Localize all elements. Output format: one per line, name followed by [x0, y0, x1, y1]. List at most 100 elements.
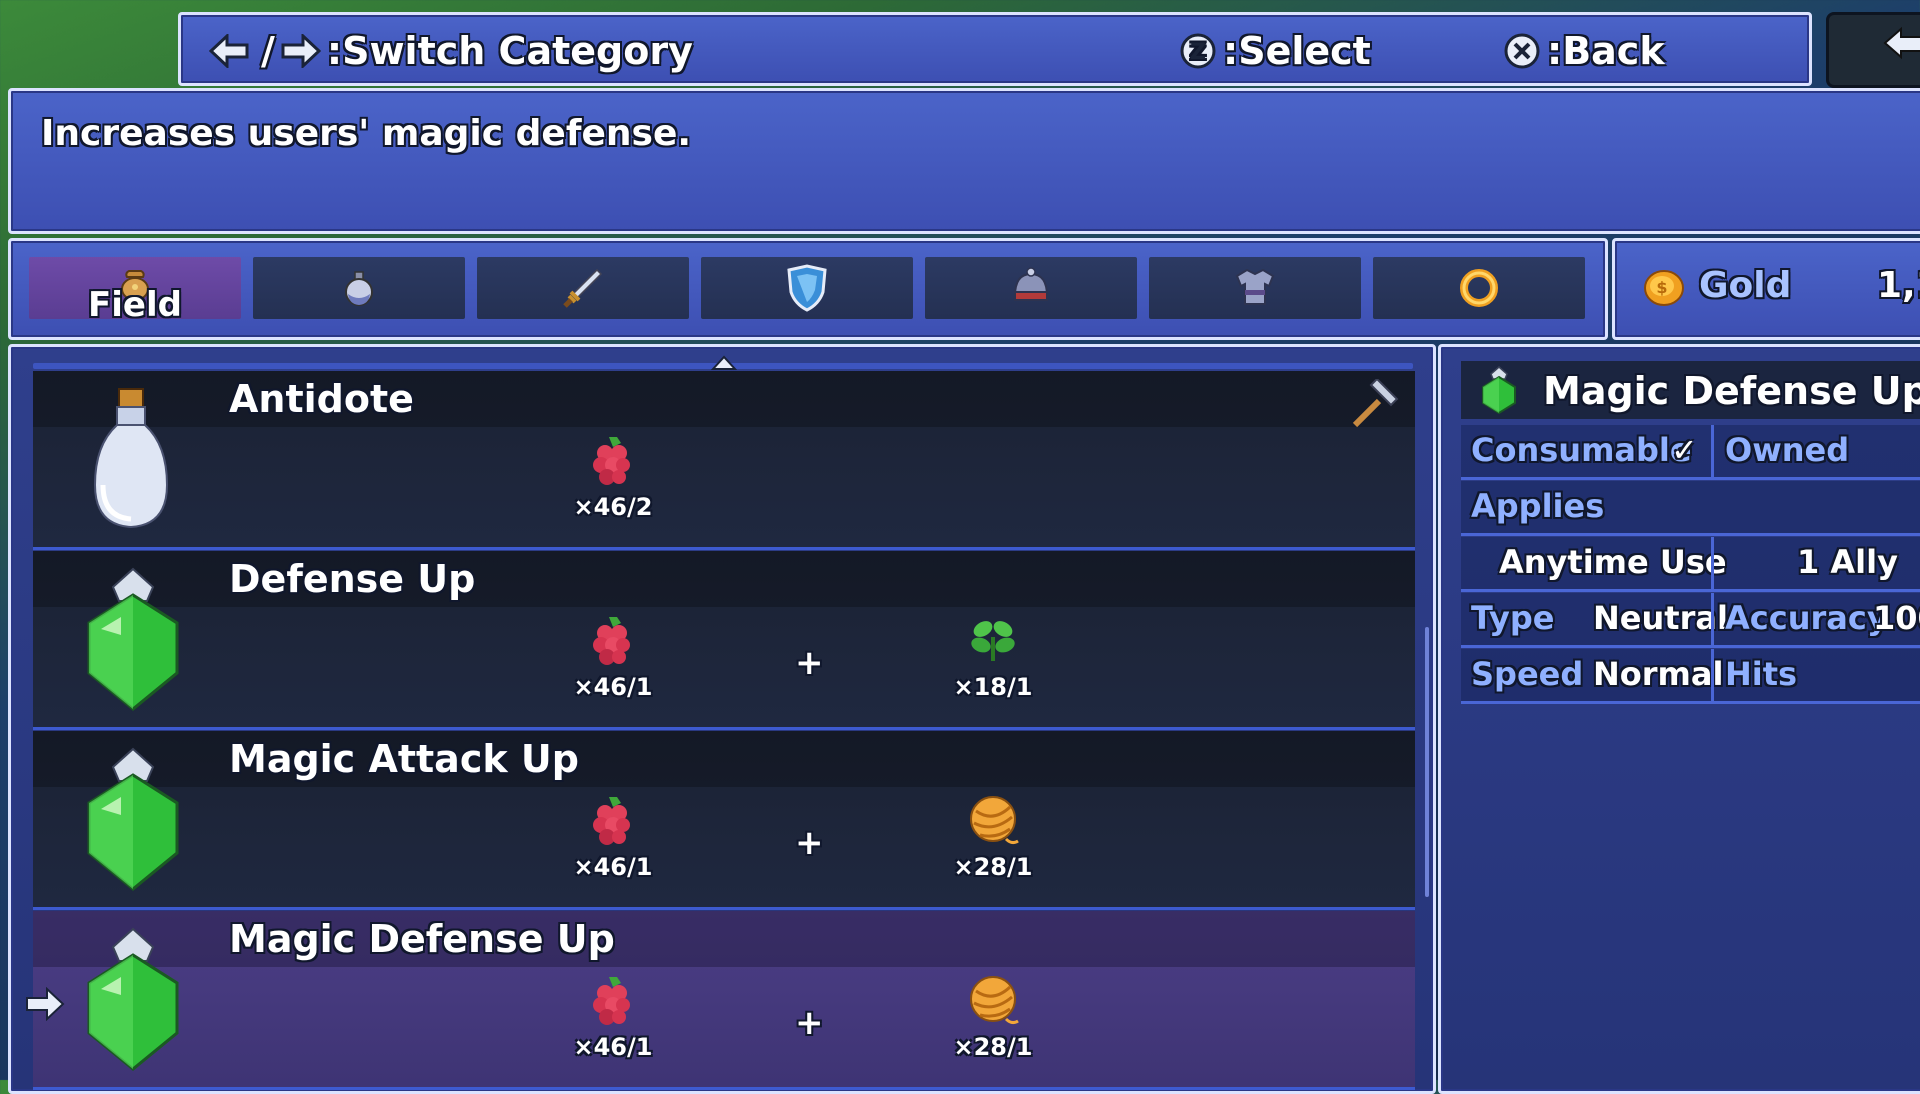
detail-title-band: Magic Defense Up — [1461, 361, 1920, 419]
arrow-right-icon — [281, 34, 321, 68]
ring-icon — [1460, 269, 1498, 307]
green-crystal-icon — [87, 747, 179, 891]
z-button-icon: Z — [1180, 33, 1216, 69]
tab-field[interactable]: Field — [29, 257, 241, 325]
ingredient-qty: ×18/1 — [953, 673, 1033, 701]
consumable-check: ✓ — [1671, 431, 1698, 469]
return-button[interactable] — [1826, 12, 1920, 88]
slash-separator: / — [261, 29, 275, 73]
recipe-list: Antidote ×46/2 Defense Up ×46/1 + ×18/1 … — [8, 344, 1436, 1094]
tab-field-label: Field — [88, 285, 182, 325]
tab-potions[interactable] — [253, 257, 465, 319]
accuracy-value: 100 — [1873, 599, 1920, 637]
detail-separator — [1711, 649, 1714, 701]
anytime-use-text: Anytime Use — [1499, 543, 1727, 581]
owned-label: Owned — [1725, 431, 1850, 469]
ingredient-qty: ×46/1 — [573, 853, 653, 881]
gold-value: 1,12 — [1877, 265, 1920, 306]
arrow-left-icon — [209, 34, 249, 68]
recipe-name: Magic Attack Up — [229, 737, 579, 781]
item-detail-panel: Magic Defense Up Consumable ✓ Owned Appl… — [1438, 344, 1920, 1094]
detail-row-applies: Applies — [1461, 481, 1920, 536]
return-arrow-icon — [1883, 26, 1920, 60]
bottle-icon — [93, 388, 169, 529]
select-label: :Select — [1223, 29, 1371, 73]
controls-hint-bar: / :Switch Category Z :Select :Back — [178, 12, 1812, 86]
recipe-name: Defense Up — [229, 557, 476, 601]
select-hint: Z :Select — [1179, 23, 1371, 79]
switch-category-hint: / :Switch Category — [209, 23, 693, 79]
speed-value: Normal — [1593, 655, 1724, 693]
cursor-arrow-icon — [26, 987, 65, 1021]
ingredient: ×46/2 — [553, 433, 673, 521]
tab-helmets[interactable] — [925, 257, 1137, 319]
plus-sign: + — [795, 643, 824, 683]
target-text: 1 Ally — [1797, 543, 1898, 581]
tab-armor[interactable] — [1149, 257, 1361, 319]
ingredient-qty: ×28/1 — [953, 1033, 1033, 1061]
gold-coin-icon: $ — [1644, 270, 1684, 306]
ingredient-qty: ×28/1 — [953, 853, 1033, 881]
potion-icon — [345, 271, 373, 306]
recipe-name: Magic Defense Up — [229, 917, 615, 961]
detail-separator — [1711, 537, 1714, 589]
recipe-row-defense-up[interactable]: Defense Up ×46/1 + ×18/1 — [33, 551, 1415, 730]
ingredient: ×46/1 — [553, 973, 673, 1061]
yarn-icon — [970, 796, 1019, 845]
ingredient-qty: ×46/1 — [573, 673, 653, 701]
detail-row-type: Type Neutral Accuracy 100 — [1461, 593, 1920, 648]
ingredient: ×46/1 — [553, 613, 673, 701]
list-scrollbar[interactable] — [1425, 627, 1429, 897]
green-crystal-icon — [87, 927, 179, 1071]
plus-sign: + — [795, 823, 824, 863]
helmet-icon — [1013, 267, 1049, 301]
gold-panel: $ Gold 1,12 — [1612, 238, 1920, 340]
z-key-label: Z — [1190, 40, 1206, 65]
ingredient: ×28/1 — [933, 973, 1053, 1061]
consumable-label: Consumable — [1471, 431, 1692, 469]
back-label: :Back — [1547, 29, 1665, 73]
green-crystal-icon — [87, 567, 179, 711]
detail-separator — [1711, 593, 1714, 645]
detail-title: Magic Defense Up — [1543, 369, 1920, 413]
tab-accessories[interactable] — [1373, 257, 1585, 319]
item-description: Increases users' magic defense. — [41, 113, 692, 154]
back-hint: :Back — [1503, 23, 1665, 79]
shield-icon — [787, 264, 827, 312]
berry-icon — [593, 437, 630, 485]
ingredient-qty: ×46/1 — [573, 1033, 653, 1061]
detail-row-usage: Anytime Use 1 Ally — [1461, 537, 1920, 592]
gold-label: Gold — [1699, 265, 1792, 306]
ingredient: ×46/1 — [553, 793, 673, 881]
svg-text:$: $ — [1656, 278, 1667, 297]
berry-icon — [593, 977, 630, 1025]
accuracy-label: Accuracy — [1725, 599, 1888, 637]
detail-separator — [1711, 425, 1714, 477]
tab-shields[interactable] — [701, 257, 913, 319]
speed-label: Speed — [1471, 655, 1584, 693]
herb-icon — [971, 621, 1015, 661]
ingredient: ×28/1 — [933, 793, 1053, 881]
recipe-row-magic-attack-up[interactable]: Magic Attack Up ×46/1 + ×28/1 — [33, 731, 1415, 910]
scroll-up-icon[interactable] — [711, 355, 737, 371]
hits-label: Hits — [1725, 655, 1798, 693]
type-label: Type — [1471, 599, 1555, 637]
x-button-icon — [1504, 33, 1540, 69]
category-tabs: Field — [8, 238, 1608, 340]
berry-icon — [593, 797, 630, 845]
hammer-icon — [1352, 379, 1399, 428]
recipe-row-antidote[interactable]: Antidote ×46/2 — [33, 371, 1415, 550]
detail-row-speed: Speed Normal Hits — [1461, 649, 1920, 704]
ingredient: ×18/1 — [933, 613, 1053, 701]
plus-sign: + — [795, 1003, 824, 1043]
detail-row-consumable: Consumable ✓ Owned — [1461, 425, 1920, 480]
berry-icon — [593, 617, 630, 665]
green-crystal-icon — [1482, 366, 1516, 415]
armor-icon — [1235, 268, 1275, 305]
applies-label: Applies — [1471, 487, 1605, 525]
tab-weapons[interactable] — [477, 257, 689, 319]
recipe-row-magic-defense-up[interactable]: Magic Defense Up ×46/1 + ×28/1 — [33, 911, 1415, 1090]
yarn-icon — [970, 976, 1019, 1025]
ingredient-qty: ×46/2 — [573, 493, 653, 521]
description-panel: Increases users' magic defense. — [8, 88, 1920, 234]
